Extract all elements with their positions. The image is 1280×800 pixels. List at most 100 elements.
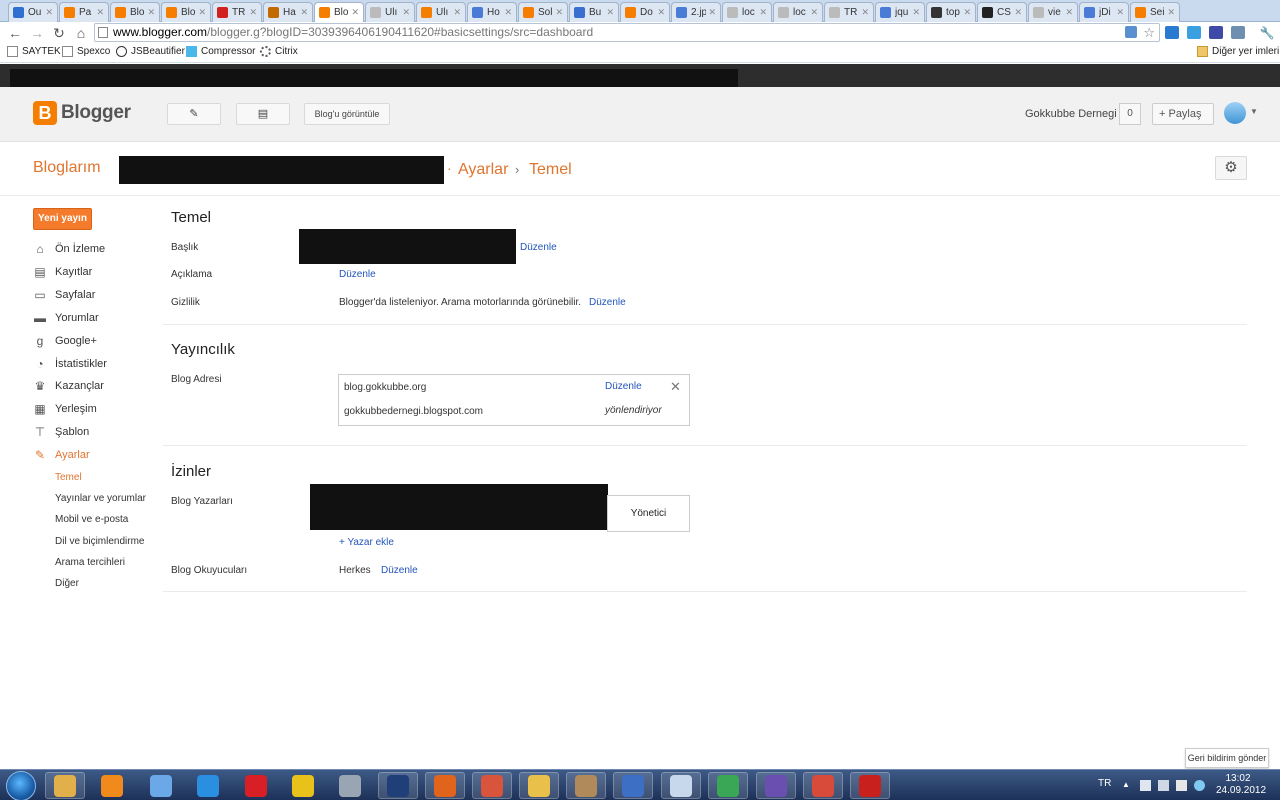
tab-close-icon[interactable]: ✕	[963, 7, 971, 18]
taskbar-app-filezilla[interactable]	[850, 772, 890, 799]
tab-close-icon[interactable]: ✕	[1065, 7, 1073, 18]
sidebar-item[interactable]: ✎ Ayarlar	[33, 447, 90, 463]
browser-tab[interactable]: Ha ✕	[263, 2, 313, 22]
tab-close-icon[interactable]: ✕	[708, 7, 716, 18]
wrench-menu-icon[interactable]: 🔧	[1258, 24, 1276, 42]
sidebar-item[interactable]: ♛ Kazançlar	[33, 378, 104, 394]
tab-close-icon[interactable]: ✕	[861, 7, 869, 18]
star-icon[interactable]: ☆	[1143, 24, 1155, 41]
sidebar-item[interactable]: ▬ Yorumlar	[33, 310, 99, 326]
browser-tab[interactable]: Ulı ✕	[416, 2, 466, 22]
tab-close-icon[interactable]: ✕	[351, 7, 359, 18]
notification-count[interactable]: 0	[1119, 103, 1141, 125]
settings-subitem[interactable]: Dil ve biçimlendirme	[55, 536, 144, 547]
gear-icon[interactable]: ⚙	[1215, 156, 1247, 180]
close-icon[interactable]: ✕	[670, 379, 681, 395]
taskbar-app-norton-commander[interactable]	[283, 772, 323, 799]
tab-close-icon[interactable]: ✕	[198, 7, 206, 18]
tab-close-icon[interactable]: ✕	[402, 7, 410, 18]
reload-button-icon[interactable]: ↻	[50, 24, 68, 42]
extension-icon[interactable]	[1165, 26, 1179, 39]
browser-tab[interactable]: vie ✕	[1028, 2, 1078, 22]
taskbar-app-opera[interactable]	[236, 772, 276, 799]
back-button-icon[interactable]: ←	[6, 24, 24, 42]
browser-tab[interactable]: loc ✕	[722, 2, 772, 22]
sidebar-item[interactable]: g Google+	[33, 333, 97, 349]
taskbar-app-visual-studio[interactable]	[756, 772, 796, 799]
browser-tab[interactable]: jDi ✕	[1079, 2, 1129, 22]
tab-close-icon[interactable]: ✕	[96, 7, 104, 18]
browser-tab[interactable]: Bu ✕	[569, 2, 619, 22]
taskbar-app-firefox[interactable]	[425, 772, 465, 799]
sidebar-item[interactable]: ▤ Kayıtlar	[33, 264, 92, 280]
browser-tab[interactable]: Ulı ✕	[365, 2, 415, 22]
browser-tab[interactable]: 2.jp ✕	[671, 2, 721, 22]
tab-close-icon[interactable]: ✕	[249, 7, 257, 18]
tray-app-icon[interactable]	[1194, 780, 1205, 791]
feedback-button[interactable]: Geri bildirim gönder	[1185, 748, 1269, 768]
avatar[interactable]	[1224, 102, 1246, 124]
tab-close-icon[interactable]: ✕	[147, 7, 155, 18]
sidebar-item[interactable]: ⊤ Şablon	[33, 424, 90, 440]
taskbar-app-media-player[interactable]	[92, 772, 132, 799]
settings-subitem[interactable]: Temel	[55, 472, 82, 483]
settings-subitem[interactable]: Yayınlar ve yorumlar	[55, 493, 146, 504]
tab-close-icon[interactable]: ✕	[810, 7, 818, 18]
tab-close-icon[interactable]: ✕	[1116, 7, 1124, 18]
bookmark-compressor[interactable]: Compressor	[186, 46, 255, 57]
tab-close-icon[interactable]: ✕	[606, 7, 614, 18]
tab-close-icon[interactable]: ✕	[912, 7, 920, 18]
clock[interactable]: 13:02 24.09.2012	[1216, 773, 1266, 797]
posts-list-button[interactable]: ▤	[236, 103, 290, 125]
taskbar-app-tools[interactable]	[330, 772, 370, 799]
chevron-down-icon[interactable]: ▼	[1250, 107, 1258, 116]
author-role[interactable]: Yönetici	[607, 495, 690, 532]
browser-tab[interactable]: TR ✕	[824, 2, 874, 22]
settings-subitem[interactable]: Arama tercihleri	[55, 557, 125, 568]
edit-description-link[interactable]: Düzenle	[339, 269, 376, 280]
bookmark-spexco[interactable]: Spexco	[62, 46, 110, 57]
taskbar-app-chrome[interactable]	[708, 772, 748, 799]
breadcrumb-settings[interactable]: Ayarlar	[458, 161, 508, 179]
sidebar-item[interactable]: ◔ İstatistikler	[33, 356, 107, 372]
tab-close-icon[interactable]: ✕	[759, 7, 767, 18]
taskbar-app-outlook[interactable]	[519, 772, 559, 799]
taskbar-app-photoshop[interactable]	[378, 772, 418, 799]
tab-close-icon[interactable]: ✕	[45, 7, 53, 18]
tab-close-icon[interactable]: ✕	[657, 7, 665, 18]
tab-close-icon[interactable]: ✕	[453, 7, 461, 18]
browser-tab[interactable]: top ✕	[926, 2, 976, 22]
blogger-logo[interactable]: B Blogger	[33, 101, 131, 125]
address-bar[interactable]: www.blogger.com/blogger.g?blogID=3039396…	[94, 23, 1160, 42]
tab-close-icon[interactable]: ✕	[1167, 7, 1175, 18]
new-post-button[interactable]: ✎	[167, 103, 221, 125]
other-bookmarks[interactable]: Diğer yer imleri	[1197, 46, 1279, 57]
bookmark-citrix[interactable]: Citrix	[260, 46, 298, 57]
forward-button-icon[interactable]: →	[28, 24, 46, 42]
start-button[interactable]	[6, 771, 36, 800]
language-indicator[interactable]: TR	[1098, 778, 1111, 789]
sidebar-item[interactable]: ▭ Sayfalar	[33, 287, 95, 303]
browser-tab[interactable]: jqu ✕	[875, 2, 925, 22]
browser-tab[interactable]: Ho ✕	[467, 2, 517, 22]
sidebar-item[interactable]: ▦ Yerleşim	[33, 401, 96, 417]
new-post-sidebar-button[interactable]: Yeni yayın	[33, 208, 92, 230]
browser-tab[interactable]: TR ✕	[212, 2, 262, 22]
user-name[interactable]: Gokkubbe Dernegi	[1025, 108, 1117, 120]
home-button-icon[interactable]: ⌂	[72, 24, 90, 42]
settings-subitem[interactable]: Mobil ve e-posta	[55, 514, 128, 525]
extension-icon[interactable]	[1187, 26, 1201, 39]
taskbar-app-remote-desktop[interactable]	[613, 772, 653, 799]
flag-icon[interactable]	[1140, 780, 1151, 791]
taskbar-app-winrar[interactable]	[566, 772, 606, 799]
add-author-link[interactable]: + Yazar ekle	[339, 537, 394, 548]
view-blog-button[interactable]: Blog'u görüntüle	[304, 103, 390, 125]
bookmark-page-icon[interactable]	[1125, 26, 1137, 38]
tab-close-icon[interactable]: ✕	[504, 7, 512, 18]
browser-tab[interactable]: Blo ✕	[110, 2, 160, 22]
tab-close-icon[interactable]: ✕	[300, 7, 308, 18]
settings-subitem[interactable]: Diğer	[55, 578, 79, 589]
bookmark-saytek[interactable]: SAYTEK	[7, 46, 61, 57]
browser-tab[interactable]: Sei ✕	[1130, 2, 1180, 22]
browser-tab[interactable]: Blo ✕	[161, 2, 211, 22]
